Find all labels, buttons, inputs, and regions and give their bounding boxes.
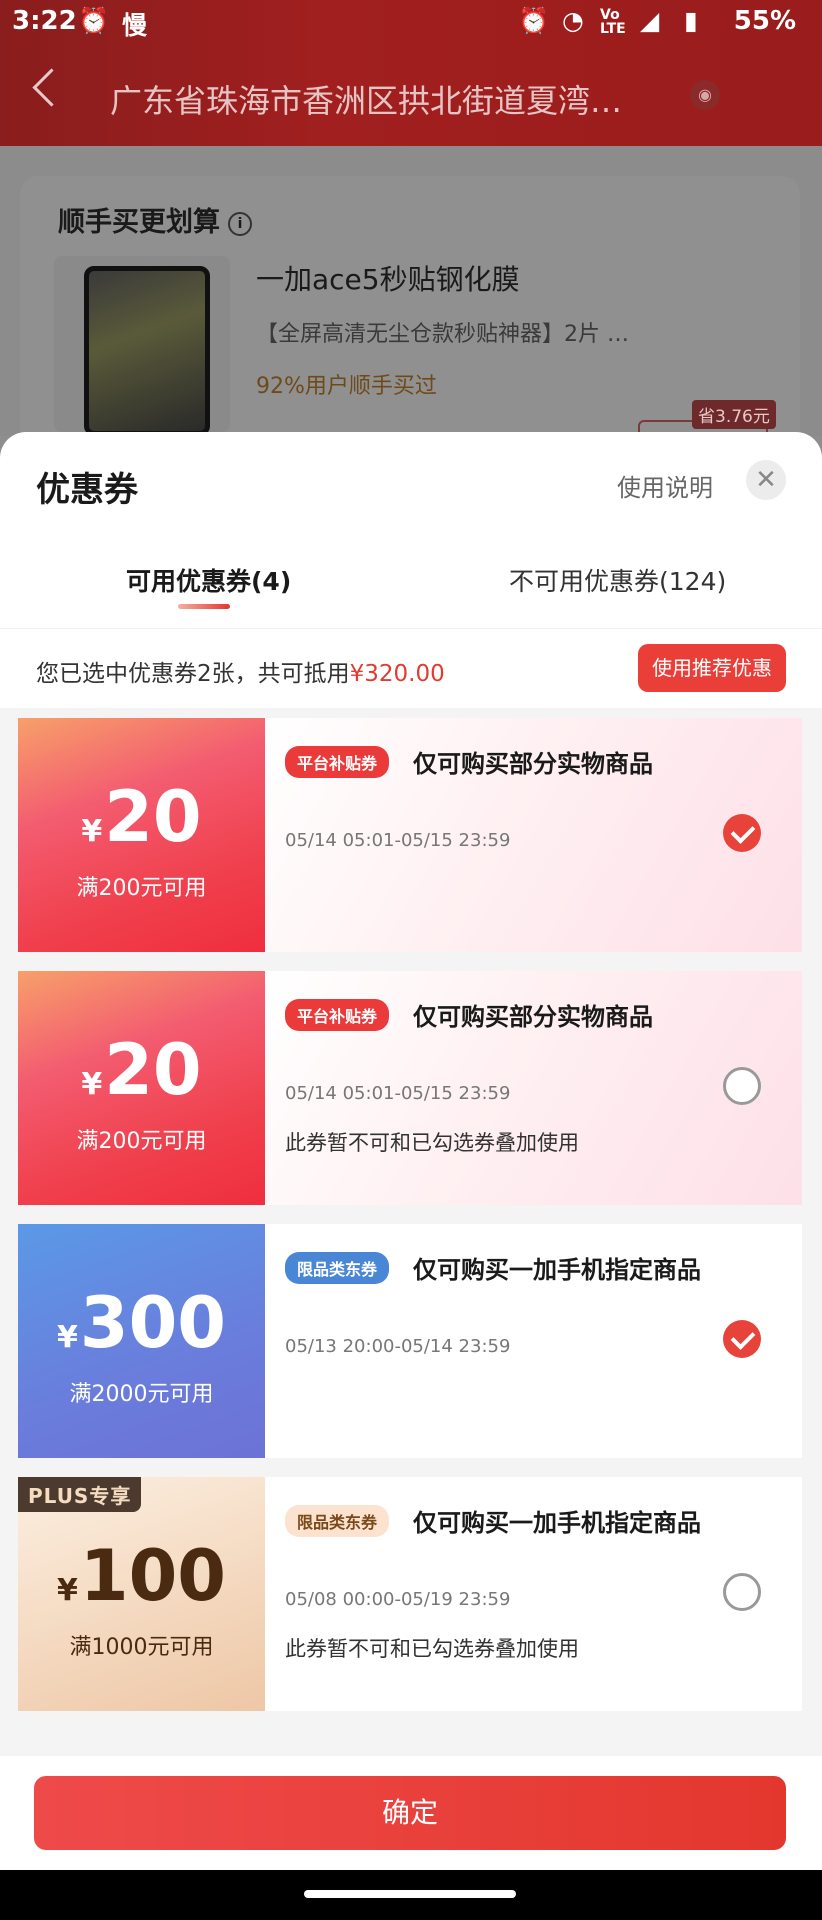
coupon-checkbox-checked[interactable]: [723, 814, 761, 852]
coupon-validity: 05/08 00:00-05/19 23:59: [285, 1589, 511, 1610]
phone-image: [84, 266, 210, 436]
coupon-checkbox-unchecked[interactable]: [723, 1573, 761, 1611]
confirm-button[interactable]: 确定: [34, 1776, 786, 1850]
battery-percent: 55%: [733, 6, 796, 36]
alarm-icon: ⏰: [78, 6, 110, 35]
product-desc: 【全屏高清无尘仓款秒贴神器】2片 …: [256, 322, 629, 347]
tab-unavailable[interactable]: 不可用优惠券(124): [509, 562, 726, 598]
coupon-detail: 平台补贴券 仅可购买部分实物商品 05/14 05:01-05/15 23:59…: [265, 971, 802, 1205]
coupon-detail: 限品类东券 仅可购买一加手机指定商品 05/13 20:00-05/14 23:…: [265, 1224, 802, 1458]
product-thumbnail[interactable]: [54, 256, 230, 436]
delivery-address[interactable]: 广东省珠海市香洲区拱北街道夏湾…: [110, 76, 670, 122]
coupon-amount: ¥300: [57, 1282, 226, 1364]
signal-icon: ◢: [640, 6, 660, 35]
battery-icon: ▮: [684, 6, 698, 35]
divider: [0, 628, 822, 629]
volte-icon: Vo LTE: [600, 7, 626, 37]
summary-amount: ¥320.00: [349, 661, 445, 687]
coupon-checkbox-unchecked[interactable]: [723, 1067, 761, 1105]
page-header: 3:22 ⏰ 慢 ⏰ ◔ Vo LTE ◢ ▮ 55% 广东省珠海市香洲区拱北街道…: [0, 0, 822, 146]
coupon-condition: 满2000元可用: [69, 1382, 214, 1407]
coupon-condition: 满200元可用: [76, 876, 207, 901]
plus-exclusive-tag: PLUS专享: [18, 1477, 142, 1512]
back-arrow-icon[interactable]: [32, 68, 71, 107]
coupon-title: 仅可购买部分实物商品: [413, 1003, 653, 1031]
coupon-badge: 平台补贴券: [285, 999, 390, 1031]
coupon-card[interactable]: ¥20 满200元可用 平台补贴券 仅可购买部分实物商品 05/14 05:01…: [18, 971, 802, 1205]
coupon-badge: 平台补贴券: [285, 746, 390, 778]
coupon-condition: 满1000元可用: [69, 1635, 214, 1660]
coupon-amount: ¥20: [81, 776, 202, 858]
tab-indicator: [178, 604, 230, 609]
coupon-detail: 平台补贴券 仅可购买部分实物商品 05/14 05:01-05/15 23:59: [265, 718, 802, 952]
coupon-list: ¥20 满200元可用 平台补贴券 仅可购买部分实物商品 05/14 05:01…: [0, 708, 822, 1758]
coupon-badge: 限品类东券: [285, 1505, 390, 1537]
product-buy-rate: 92%用户顺手买过: [256, 374, 437, 399]
status-bar: 3:22 ⏰ 慢 ⏰ ◔ Vo LTE ◢ ▮ 55%: [0, 0, 822, 46]
addon-card: 顺手买更划算 i 一加ace5秒贴钢化膜 【全屏高清无尘仓款秒贴神器】2片 … 9…: [20, 176, 800, 466]
home-gesture-bar[interactable]: [304, 1890, 516, 1898]
info-icon[interactable]: i: [228, 211, 252, 236]
product-name[interactable]: 一加ace5秒贴钢化膜: [256, 258, 520, 298]
coupon-value-panel: ¥20 满200元可用: [18, 718, 265, 952]
coupon-note: 此券暂不可和已勾选券叠加使用: [285, 1637, 579, 1661]
alarm-icon: ⏰: [518, 6, 550, 35]
system-nav-bar: [0, 1870, 822, 1920]
location-pin-icon[interactable]: ◉: [690, 80, 720, 110]
coupon-card[interactable]: PLUS专享 ¥100 满1000元可用 限品类东券 仅可购买一加手机指定商品 …: [18, 1477, 802, 1711]
coupon-value-panel: ¥300 满2000元可用: [18, 1224, 265, 1458]
coupon-amount: ¥20: [81, 1029, 202, 1111]
coupon-condition: 满200元可用: [76, 1129, 207, 1154]
close-icon[interactable]: ✕: [746, 460, 786, 500]
coupon-amount: ¥100: [57, 1535, 226, 1617]
coupon-title: 仅可购买一加手机指定商品: [413, 1256, 701, 1284]
coupon-checkbox-checked[interactable]: [723, 1320, 761, 1358]
coupon-title: 仅可购买一加手机指定商品: [413, 1509, 701, 1537]
wifi-icon: ◔: [562, 6, 584, 35]
sheet-title: 优惠券: [36, 470, 138, 510]
coupon-sheet: 优惠券 使用说明 ✕ 可用优惠券(4) 不可用优惠券(124) 您已选中优惠券2…: [0, 432, 822, 1920]
tab-available[interactable]: 可用优惠券(4): [126, 562, 291, 598]
status-time: 3:22: [12, 6, 77, 36]
coupon-card[interactable]: ¥20 满200元可用 平台补贴券 仅可购买部分实物商品 05/14 05:01…: [18, 718, 802, 952]
coupon-validity: 05/14 05:01-05/15 23:59: [285, 1083, 511, 1104]
usage-instructions-link[interactable]: 使用说明: [617, 468, 713, 503]
coupon-validity: 05/14 05:01-05/15 23:59: [285, 830, 511, 851]
coupon-note: 此券暂不可和已勾选券叠加使用: [285, 1131, 579, 1155]
addon-card-title: 顺手买更划算 i: [58, 200, 252, 239]
coupon-title: 仅可购买部分实物商品: [413, 750, 653, 778]
coupon-value-panel: ¥20 满200元可用: [18, 971, 265, 1205]
coupon-card[interactable]: ¥300 满2000元可用 限品类东券 仅可购买一加手机指定商品 05/13 2…: [18, 1224, 802, 1458]
coupon-value-panel: PLUS专享 ¥100 满1000元可用: [18, 1477, 265, 1711]
save-tag: 省3.76元: [692, 400, 776, 429]
coupon-badge: 限品类东券: [285, 1252, 390, 1284]
selection-summary: 您已选中优惠券2张，共可抵用¥320.00: [36, 661, 445, 687]
coupon-validity: 05/13 20:00-05/14 23:59: [285, 1336, 511, 1357]
use-recommended-button[interactable]: 使用推荐优惠: [638, 644, 786, 692]
coupon-detail: 限品类东券 仅可购买一加手机指定商品 05/08 00:00-05/19 23:…: [265, 1477, 802, 1711]
slow-charge-icon: 慢: [122, 11, 148, 40]
